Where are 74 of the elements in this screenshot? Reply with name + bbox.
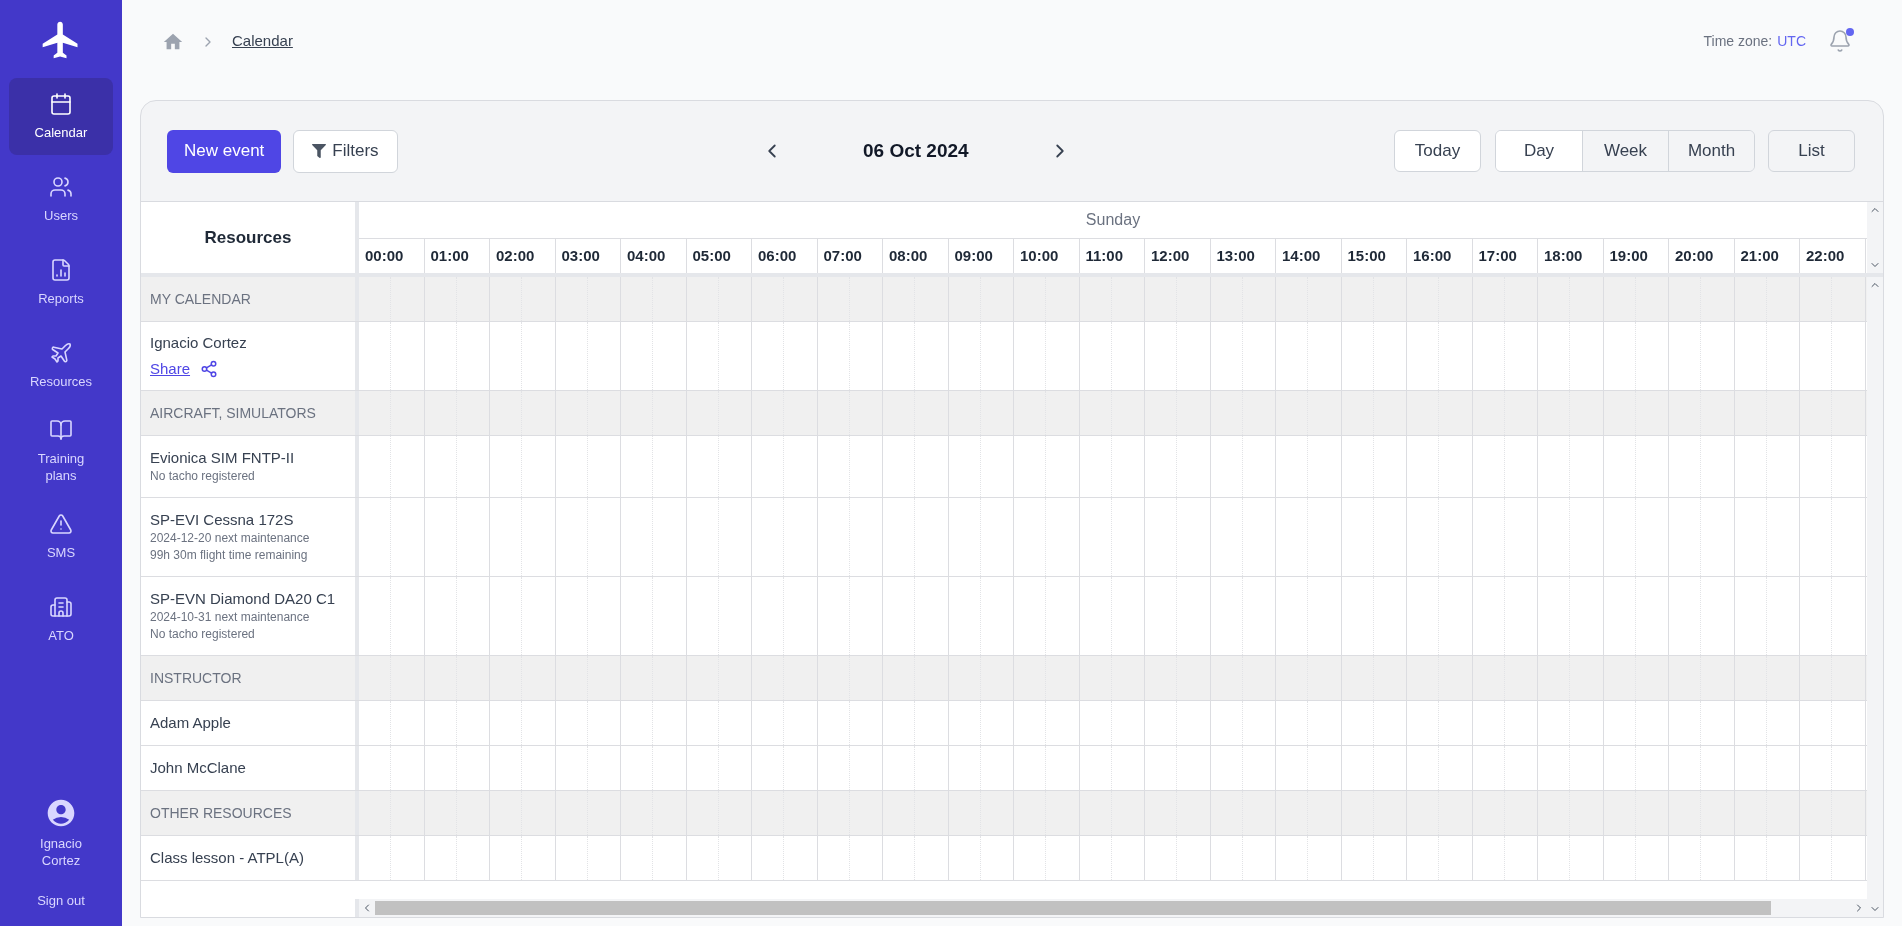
hour-heading: 15:00 (1341, 239, 1407, 273)
hour-heading: 14:00 (1276, 239, 1342, 273)
hour-heading: 18:00 (1538, 239, 1604, 273)
hour-heading: 12:00 (1145, 239, 1211, 273)
hour-heading: 09:00 (948, 239, 1014, 273)
list-view-button[interactable]: List (1768, 130, 1855, 172)
group-heading: MY CALENDAR (150, 289, 251, 309)
horizontal-scrollbar[interactable] (359, 899, 1867, 917)
sign-out-link[interactable]: Sign out (37, 890, 85, 910)
group-heading: OTHER RESOURCES (150, 803, 292, 823)
group-heading: AIRCRAFT, SIMULATORS (150, 403, 316, 423)
hour-heading: 22:00 (1800, 239, 1866, 273)
new-event-button[interactable]: New event (167, 129, 282, 173)
hour-heading: 20:00 (1669, 239, 1735, 273)
hour-heading: 11:00 (1079, 239, 1145, 273)
view-tab[interactable]: Day (1496, 131, 1582, 171)
hour-heading: 13:00 (1210, 239, 1276, 273)
resource-detail: 2024-10-31 next maintenance (150, 609, 311, 626)
hour-heading: 21:00 (1734, 239, 1800, 273)
resource-name: Ignacio Cortez (150, 333, 248, 353)
resources-heading: Resources (204, 226, 292, 249)
timezone-link[interactable]: UTC (1777, 31, 1806, 52)
resource-name: Evionica SIM FNTP-II (150, 448, 296, 468)
resource-name: SP-EVN Diamond DA20 C1 (150, 589, 337, 609)
nav-item[interactable]: Calendar (9, 78, 113, 155)
today-button[interactable]: Today (1394, 130, 1481, 172)
hour-heading: 03:00 (555, 239, 621, 273)
group-heading: INSTRUCTOR (150, 668, 242, 688)
nav-item[interactable]: Training plans (9, 410, 113, 492)
nav-item[interactable]: Resources (9, 327, 113, 404)
filters-button[interactable]: Filters (293, 129, 398, 173)
nav-item[interactable]: Users (9, 161, 113, 238)
hour-heading: 07:00 (817, 239, 883, 273)
nav-item[interactable]: Reports (9, 244, 113, 321)
view-tab[interactable]: Month (1668, 131, 1754, 171)
plane-icon (49, 341, 73, 365)
share-icon[interactable] (200, 360, 219, 378)
current-date: 06 Oct 2024 (863, 138, 969, 163)
resource-name: Adam Apple (150, 713, 232, 733)
day-heading: Sunday (1085, 210, 1141, 230)
resource-detail: No tacho registered (150, 626, 256, 643)
user-profile[interactable]: Ignacio Cortez (31, 796, 91, 869)
nav-item[interactable]: ATO (9, 581, 113, 658)
notifications-button[interactable] (1828, 28, 1854, 55)
hour-heading: 17:00 (1472, 239, 1538, 273)
report-icon (49, 258, 73, 282)
share-link[interactable]: Share (150, 359, 191, 379)
breadcrumb-link[interactable]: Calendar (232, 30, 293, 53)
timezone-label: Time zone: (1703, 32, 1773, 51)
calendar-icon (49, 92, 73, 116)
building-icon (49, 595, 73, 619)
resource-detail: No tacho registered (150, 468, 256, 485)
hour-heading: 10:00 (1014, 239, 1080, 273)
hour-heading: 19:00 (1603, 239, 1669, 273)
resource-name: SP-EVI Cessna 172S (150, 510, 295, 530)
scrollbar-thumb[interactable] (375, 901, 1771, 915)
hour-heading: 00:00 (359, 239, 425, 273)
filter-icon (312, 144, 327, 158)
hour-heading: 16:00 (1407, 239, 1473, 273)
book-icon (49, 418, 73, 442)
hour-heading: 08:00 (883, 239, 949, 273)
bell-icon (1828, 28, 1852, 53)
nav-item[interactable]: SMS (9, 498, 113, 575)
resource-name: Class lesson - ATPL(A) (150, 848, 305, 868)
resource-detail: 99h 30m flight time remaining (150, 547, 309, 564)
resource-detail: 2024-12-20 next maintenance (150, 530, 311, 547)
resource-name: John McClane (150, 758, 247, 778)
hour-heading: 01:00 (424, 239, 490, 273)
hour-heading: 06:00 (752, 239, 818, 273)
hour-heading: 05:00 (686, 239, 752, 273)
hour-heading: 02:00 (490, 239, 556, 273)
hour-heading: 04:00 (621, 239, 687, 273)
warning-icon (49, 512, 73, 536)
users-icon (49, 175, 73, 199)
